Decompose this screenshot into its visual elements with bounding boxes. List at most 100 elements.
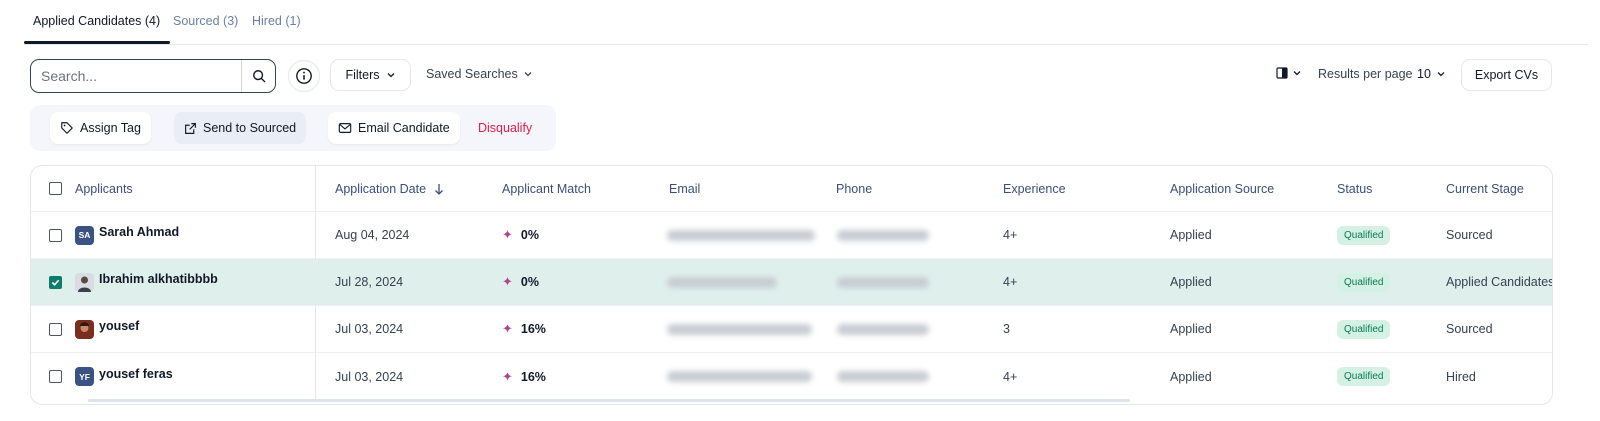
table-header: Applicants Application Date Applicant Ma… — [31, 166, 1552, 212]
status-badge: Qualified — [1337, 319, 1391, 339]
assign-tag-button[interactable]: Assign Tag — [50, 112, 151, 144]
email-redacted — [667, 371, 812, 382]
application-source: Applied — [1170, 228, 1212, 242]
search-input[interactable] — [31, 60, 241, 92]
candidate-tabs: Applied Candidates (4) Sourced (3) Hired… — [24, 0, 1588, 45]
experience: 3 — [1003, 322, 1010, 336]
row-checkbox[interactable] — [49, 275, 62, 289]
chevron-down-icon — [1293, 71, 1301, 76]
header-current-stage[interactable]: Current Stage — [1446, 166, 1524, 211]
application-date: Aug 04, 2024 — [335, 228, 410, 242]
sparkle-icon: ✦ — [502, 368, 513, 384]
avatar — [75, 272, 94, 292]
info-button[interactable] — [288, 60, 320, 92]
phone-redacted — [837, 371, 929, 382]
applicant-name[interactable]: Sarah Ahmad — [99, 225, 179, 239]
current-stage: Applied Candidates — [1446, 275, 1553, 289]
export-cvs-label: Export CVs — [1474, 68, 1539, 82]
avatar: YF — [75, 367, 94, 386]
header-applicant-match[interactable]: Applicant Match — [502, 166, 591, 211]
person-photo-icon — [75, 272, 94, 292]
chevron-down-icon — [1437, 72, 1445, 77]
status-badge: Qualified — [1337, 367, 1391, 386]
current-stage: Sourced — [1446, 322, 1493, 336]
current-stage: Sourced — [1446, 228, 1493, 242]
application-date: Jul 28, 2024 — [335, 275, 404, 289]
sparkle-icon: ✦ — [502, 227, 513, 242]
sparkle-icon: ✦ — [502, 274, 513, 289]
avatar — [75, 319, 94, 339]
phone-redacted — [837, 323, 929, 335]
disqualify-label: Disqualify — [478, 121, 533, 135]
phone-redacted — [837, 229, 929, 241]
active-tab-indicator — [24, 41, 170, 44]
email-redacted — [667, 276, 777, 288]
avatar: SA — [75, 225, 94, 245]
header-application-source[interactable]: Application Source — [1170, 166, 1274, 211]
chevron-down-icon — [387, 73, 394, 78]
results-per-page: Results per page — [1318, 67, 1413, 81]
column-layout-toggle[interactable] — [1276, 67, 1302, 79]
results-per-page-value: 10 — [1417, 67, 1431, 81]
table-row[interactable]: YF yousef feras Jul 03, 2024 ✦ 16% 4+ App… — [31, 353, 1552, 400]
header-experience[interactable]: Experience — [1003, 166, 1066, 211]
search-icon — [252, 70, 265, 83]
header-status[interactable]: Status — [1337, 166, 1372, 211]
chevron-down-icon — [524, 72, 532, 77]
filters-button[interactable]: Filters — [330, 59, 411, 91]
email-redacted — [667, 323, 812, 335]
applicant-match: 0% — [520, 228, 539, 242]
status-badge: Qualified — [1337, 225, 1391, 245]
header-application-date-label: Application Date — [335, 181, 427, 196]
sort-descending-icon — [435, 183, 443, 195]
send-to-sourced-button[interactable]: Send to Sourced — [174, 112, 307, 144]
person-photo-icon — [75, 319, 94, 339]
experience: 4+ — [1003, 275, 1018, 289]
tab-applied-candidates[interactable]: Applied Candidates (4) — [33, 14, 160, 28]
header-phone[interactable]: Phone — [836, 166, 872, 211]
table-row[interactable]: SA Sarah Ahmad Aug 04, 2024 ✦ 0% 4+ Appli… — [31, 212, 1552, 259]
tab-sourced[interactable]: Sourced (3) — [173, 14, 238, 28]
row-checkbox[interactable] — [49, 370, 62, 383]
table-row[interactable]: Ibrahim alkhatibbbb Jul 28, 2024 ✦ 0% 4+ … — [31, 259, 1552, 306]
results-per-page-label: Results per page — [1318, 67, 1413, 81]
applicant-name[interactable]: Ibrahim alkhatibbbb — [99, 272, 218, 286]
application-date: Jul 03, 2024 — [335, 322, 404, 336]
application-source: Applied — [1170, 369, 1212, 384]
search-button[interactable] — [241, 60, 275, 92]
header-applicants[interactable]: Applicants — [75, 166, 133, 211]
phone-redacted — [837, 276, 929, 288]
info-icon — [296, 68, 312, 84]
mail-icon — [338, 123, 352, 133]
email-redacted — [667, 229, 815, 241]
row-checkbox[interactable] — [49, 228, 62, 242]
table-row[interactable]: yousef Jul 03, 2024 ✦ 16% 3 Applied Quali… — [31, 306, 1552, 353]
email-candidate-button[interactable]: Email Candidate — [328, 112, 460, 144]
application-source: Applied — [1170, 275, 1212, 289]
tab-hired[interactable]: Hired (1) — [252, 14, 301, 28]
experience: 4+ — [1003, 228, 1018, 242]
applicant-match: 16% — [520, 369, 546, 384]
applicant-match: 16% — [520, 322, 546, 336]
email-candidate-label: Email Candidate — [358, 121, 450, 135]
applicant-name[interactable]: yousef — [99, 319, 139, 333]
experience: 4+ — [1003, 369, 1018, 384]
filters-label: Filters — [345, 68, 380, 82]
horizontal-scrollbar[interactable] — [88, 399, 1130, 402]
application-source: Applied — [1170, 322, 1212, 336]
applicant-match: 0% — [520, 275, 539, 289]
header-email[interactable]: Email — [669, 166, 700, 211]
select-all-checkbox[interactable] — [49, 182, 62, 195]
export-cvs-button[interactable]: Export CVs — [1461, 59, 1552, 91]
saved-searches-dropdown[interactable]: Saved Searches — [426, 67, 533, 81]
tag-icon — [61, 122, 73, 134]
column-layout-icon — [1276, 67, 1288, 79]
search-box — [30, 59, 276, 93]
results-per-page-select[interactable]: 10 — [1417, 67, 1446, 81]
header-application-date[interactable]: Application Date — [335, 166, 444, 211]
applicant-name[interactable]: yousef feras — [99, 367, 173, 381]
row-checkbox[interactable] — [49, 322, 62, 336]
bulk-action-bar: Assign Tag Send to Sourced Email Candida… — [30, 105, 556, 151]
external-link-icon — [185, 122, 196, 134]
disqualify-button[interactable]: Disqualify — [468, 112, 542, 144]
